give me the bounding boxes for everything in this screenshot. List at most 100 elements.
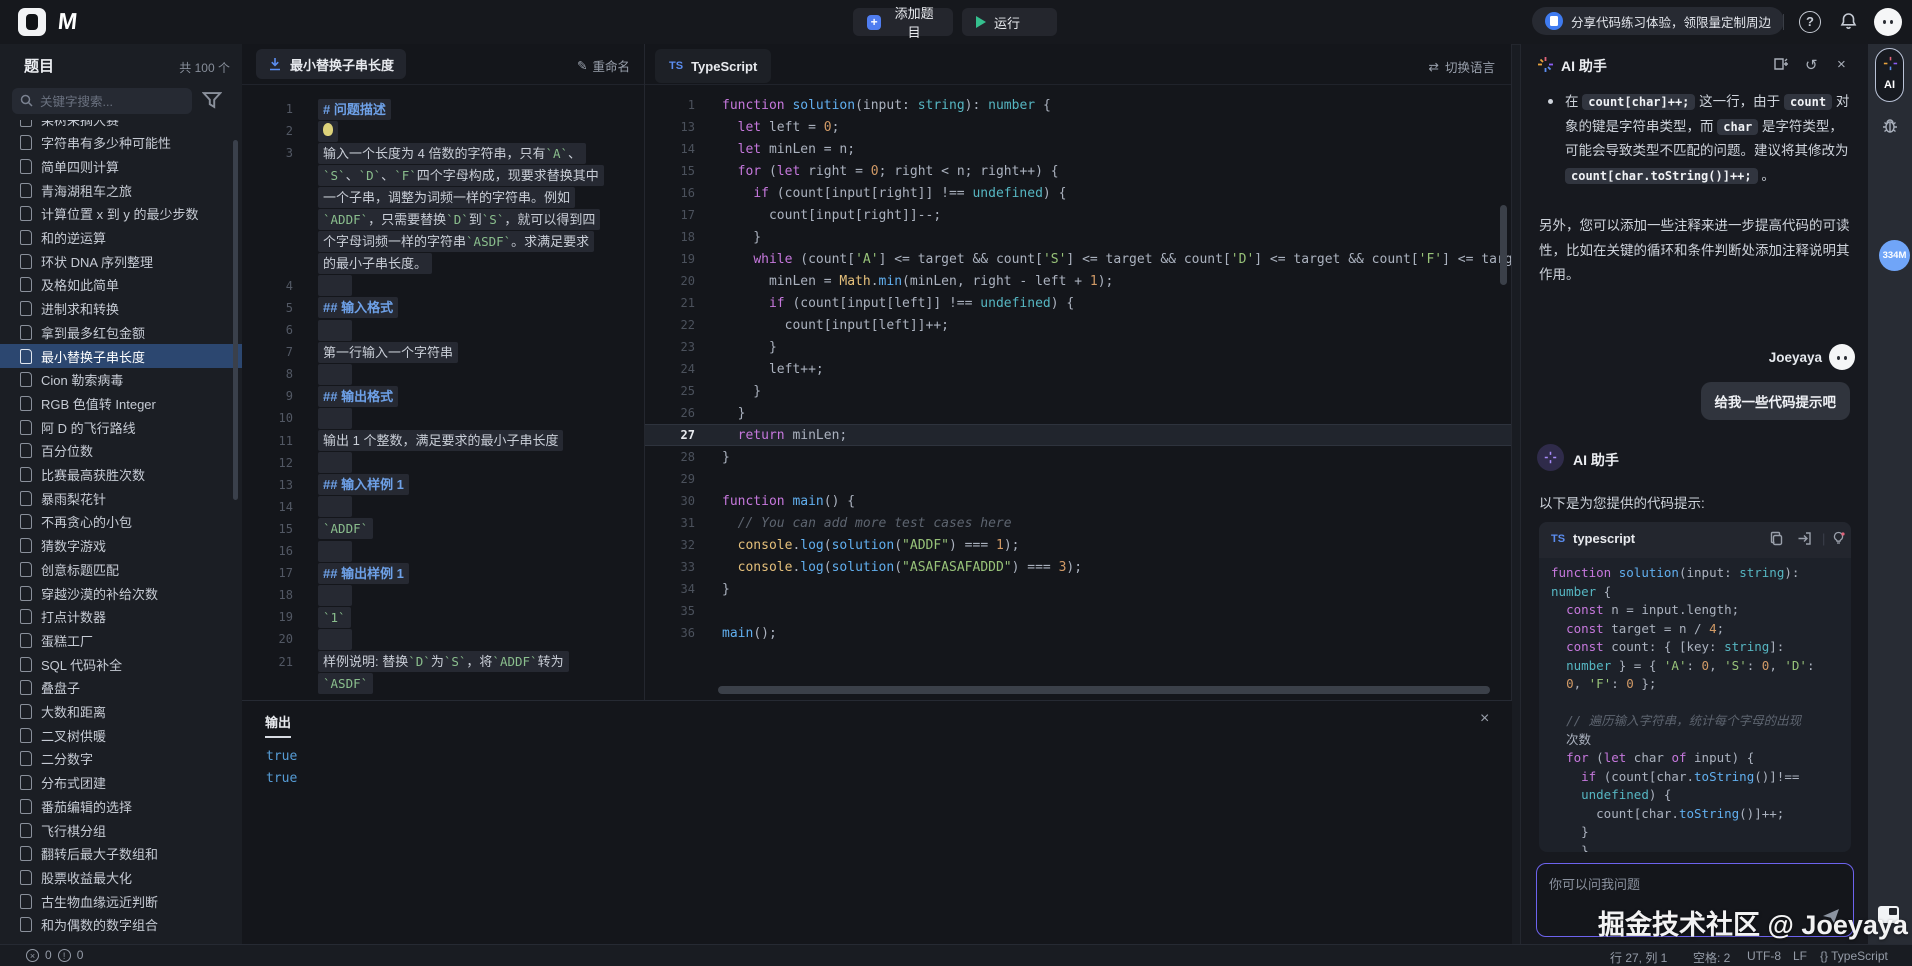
code-line[interactable]: 19 while (count['A'] <= target && count[… bbox=[645, 248, 1511, 270]
code-line[interactable]: 28} bbox=[645, 446, 1511, 468]
markdown-line[interactable]: 11输出 1 个整数，满足要求的最小子串长度 bbox=[242, 430, 644, 452]
code-line[interactable]: 15 for (let right = 0; right < n; right+… bbox=[645, 160, 1511, 182]
sidebar-item[interactable]: 比赛最高获胜次数 bbox=[0, 463, 242, 487]
sidebar-item[interactable]: 古生物血缘远近判断 bbox=[0, 889, 242, 913]
code-line[interactable]: 13 let left = 0; bbox=[645, 116, 1511, 138]
markdown-line[interactable]: 13## 输入样例 1 bbox=[242, 474, 644, 496]
problem-markdown-editor[interactable]: 1# 问题描述23输入一个长度为 4 倍数的字符串，只有`A`、`S`、`D`、… bbox=[242, 84, 644, 700]
app-logo-icon[interactable] bbox=[18, 8, 46, 36]
sidebar-item[interactable]: 大数和距离 bbox=[0, 700, 242, 724]
code-line[interactable]: 32 console.log(solution("ADDF") === 1); bbox=[645, 534, 1511, 556]
code-line[interactable]: 26 } bbox=[645, 402, 1511, 424]
switch-language-button[interactable]: ⇄ 切换语言 bbox=[1429, 57, 1496, 76]
sidebar-item[interactable]: 二分数字 bbox=[0, 747, 242, 771]
sidebar-item[interactable]: 和为偶数的数字组合 bbox=[0, 913, 242, 937]
code-line[interactable]: 21 if (count[input[left]] !== undefined)… bbox=[645, 292, 1511, 314]
code-line[interactable]: 31 // You can add more test cases here bbox=[645, 512, 1511, 534]
markdown-line[interactable]: 9## 输出格式 bbox=[242, 385, 644, 407]
new-chat-icon[interactable] bbox=[1773, 56, 1789, 72]
markdown-line[interactable]: `ASDF` bbox=[242, 673, 644, 695]
lightbulb-icon[interactable] bbox=[1831, 531, 1846, 546]
search-input[interactable] bbox=[38, 89, 190, 115]
markdown-line[interactable]: 20 bbox=[242, 628, 644, 650]
markdown-line[interactable]: 7第一行输入一个字符串 bbox=[242, 341, 644, 363]
output-close-icon[interactable]: × bbox=[1480, 710, 1489, 728]
ai-widget-button[interactable]: AI bbox=[1875, 48, 1904, 102]
markdown-line[interactable]: 19`1` bbox=[242, 606, 644, 628]
code-line[interactable]: 24 left++; bbox=[645, 358, 1511, 380]
code-line[interactable]: 35 bbox=[645, 600, 1511, 622]
sidebar-item[interactable]: SQL 代码补全 bbox=[0, 652, 242, 676]
markdown-line[interactable]: 一个子串，调整为词频一样的字符串。例如 bbox=[242, 186, 644, 208]
markdown-line[interactable]: 2 bbox=[242, 120, 644, 142]
sidebar-item[interactable]: Cion 勒索病毒 bbox=[0, 368, 242, 392]
code-line[interactable]: 34} bbox=[645, 578, 1511, 600]
user-avatar[interactable] bbox=[1874, 8, 1902, 36]
code-line[interactable]: 30function main() { bbox=[645, 490, 1511, 512]
insert-code-icon[interactable] bbox=[1797, 531, 1812, 546]
sidebar-item[interactable]: 创意标题匹配 bbox=[0, 557, 242, 581]
sidebar-item[interactable]: 穿越沙漠的补给次数 bbox=[0, 581, 242, 605]
sidebar-item[interactable]: 番茄编辑的选择 bbox=[0, 794, 242, 818]
problem-title-button[interactable]: 最小替换子串长度 bbox=[256, 49, 406, 79]
markdown-line[interactable]: 5## 输入格式 bbox=[242, 297, 644, 319]
sidebar-item[interactable]: 翻转后最大子数组和 bbox=[0, 842, 242, 866]
sidebar-item[interactable]: 字符串有多少种可能性 bbox=[0, 131, 242, 155]
tab-typescript[interactable]: TS TypeScript bbox=[655, 49, 771, 83]
code-line[interactable]: 22 count[input[left]]++; bbox=[645, 314, 1511, 336]
run-button[interactable]: 运行 bbox=[962, 8, 1057, 36]
code-horizontal-scrollbar[interactable] bbox=[718, 686, 1490, 694]
notification-bell-icon[interactable] bbox=[1838, 11, 1859, 32]
code-editor[interactable]: 1function solution(input: string): numbe… bbox=[645, 84, 1511, 700]
indentation-setting[interactable]: 空格: 2 bbox=[1693, 949, 1730, 966]
output-tab[interactable]: 输出 bbox=[265, 712, 291, 738]
sidebar-item[interactable]: 猜数字游戏 bbox=[0, 534, 242, 558]
sidebar-item[interactable]: 最小替换子串长度 bbox=[0, 344, 242, 368]
brand-logo[interactable]: M bbox=[57, 8, 79, 35]
markdown-line[interactable]: 的最小子串长度。 bbox=[242, 253, 644, 275]
sidebar-item[interactable]: 及格如此简单 bbox=[0, 273, 242, 297]
sidebar-item[interactable]: 青海湖租车之旅 bbox=[0, 178, 242, 202]
sidebar-item[interactable]: 百分位数 bbox=[0, 439, 242, 463]
code-line[interactable]: 14 let minLen = n; bbox=[645, 138, 1511, 160]
markdown-line[interactable]: 个字母词频一样的字符串`ASDF`。求满足要求 bbox=[242, 231, 644, 253]
eol-setting[interactable]: LF bbox=[1793, 949, 1807, 963]
markdown-line[interactable]: 15`ADDF` bbox=[242, 518, 644, 540]
sidebar-item[interactable]: 不再贪心的小包 bbox=[0, 510, 242, 534]
close-icon[interactable]: × bbox=[1837, 56, 1846, 73]
copy-icon[interactable] bbox=[1769, 531, 1784, 546]
markdown-line[interactable]: 8 bbox=[242, 363, 644, 385]
counter-badge[interactable]: 334M bbox=[1879, 240, 1910, 271]
code-line[interactable]: 20 minLen = Math.min(minLen, right - lef… bbox=[645, 270, 1511, 292]
markdown-line[interactable]: 1# 问题描述 bbox=[242, 98, 644, 120]
sidebar-scrollbar[interactable] bbox=[233, 140, 238, 500]
markdown-line[interactable]: 16 bbox=[242, 540, 644, 562]
sidebar-item[interactable]: 环状 DNA 序列整理 bbox=[0, 249, 242, 273]
code-line[interactable]: 27 return minLen; bbox=[645, 424, 1511, 446]
code-line[interactable]: 17 count[input[right]]--; bbox=[645, 204, 1511, 226]
code-line[interactable]: 33 console.log(solution("ASAFASAFADDD") … bbox=[645, 556, 1511, 578]
code-line[interactable]: 1function solution(input: string): numbe… bbox=[645, 94, 1511, 116]
sidebar-item[interactable]: 计算位置 x 到 y 的最少步数 bbox=[0, 202, 242, 226]
markdown-line[interactable]: 6 bbox=[242, 319, 644, 341]
markdown-line[interactable]: 14 bbox=[242, 496, 644, 518]
sidebar-item[interactable]: 打点计数器 bbox=[0, 605, 242, 629]
sidebar-item[interactable]: 和的逆运算 bbox=[0, 226, 242, 250]
search-box[interactable] bbox=[12, 88, 192, 114]
sidebar-item[interactable]: 暴雨梨花针 bbox=[0, 486, 242, 510]
sidebar-item[interactable]: 二叉树供暖 bbox=[0, 723, 242, 747]
sidebar-item[interactable]: 拿到最多红包金额 bbox=[0, 320, 242, 344]
sidebar-item[interactable]: 分布式团建 bbox=[0, 771, 242, 795]
share-banner-button[interactable]: 分享代码练习体验，领限量定制周边 bbox=[1532, 7, 1784, 35]
problems-status[interactable]: × 0 ! 0 bbox=[26, 948, 83, 962]
markdown-line[interactable]: 10 bbox=[242, 407, 644, 429]
code-line[interactable]: 16 if (count[input[right]] !== undefined… bbox=[645, 182, 1511, 204]
code-vertical-scrollbar[interactable] bbox=[1500, 205, 1507, 285]
code-line[interactable]: 29 bbox=[645, 468, 1511, 490]
bug-report-icon[interactable] bbox=[1880, 116, 1900, 136]
markdown-line[interactable]: `ADDF`，只需要替换`D`到`S`，就可以得到四 bbox=[242, 209, 644, 231]
markdown-line[interactable]: 12 bbox=[242, 452, 644, 474]
rename-button[interactable]: ✎ 重命名 bbox=[577, 56, 630, 75]
language-mode[interactable]: {} TypeScript bbox=[1820, 949, 1888, 963]
sidebar-item[interactable]: 叠盘子 bbox=[0, 676, 242, 700]
